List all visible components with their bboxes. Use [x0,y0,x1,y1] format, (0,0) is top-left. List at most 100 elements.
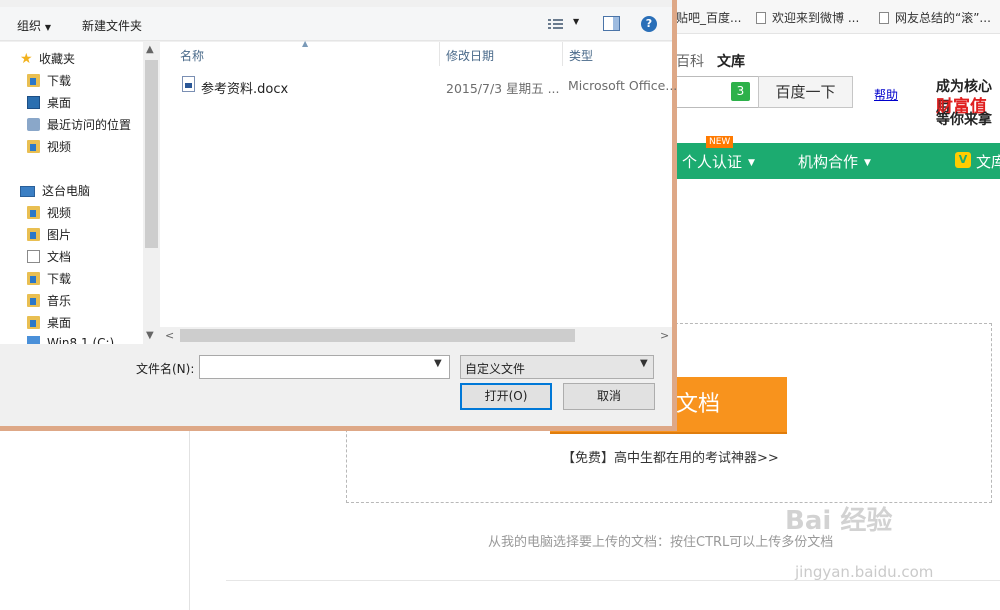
chevron-down-icon: ▼ [864,158,871,168]
preview-pane-icon[interactable] [603,16,620,31]
video-folder-icon [27,206,40,219]
nav-label: 这台电脑 [42,184,91,198]
nav-wenku-vip[interactable]: 文库 [976,151,1000,172]
download-folder-icon [27,74,40,87]
documents-folder-icon [27,250,40,263]
help-link[interactable]: 帮助 [874,86,898,103]
organize-menu[interactable]: 组织 ▼ [17,17,51,34]
nav-scrollbar-thumb[interactable] [145,60,158,248]
nav-label: 视频 [47,206,72,220]
nav-recent-places[interactable]: 最近访问的位置 [27,114,131,136]
nav-downloads[interactable]: 下载 [27,70,71,92]
open-button[interactable]: 打开(O) [460,383,552,410]
chevron-down-icon[interactable]: ▼ [434,358,442,369]
pictures-folder-icon [27,228,40,241]
filename-input[interactable] [199,355,450,379]
computer-icon [20,186,35,197]
hscrollbar-thumb[interactable] [180,329,575,342]
bookmark-gun[interactable]: 网友总结的“滚”... [879,9,991,26]
video-folder-icon [27,140,40,153]
free-promo-link[interactable]: 【免费】高中生都在用的考试神器>> [562,447,779,466]
nav-label: 桌面 [47,96,72,110]
chevron-down-icon[interactable]: ▼ [640,358,648,369]
nav-desktop[interactable]: 桌面 [27,92,71,114]
nav-label: 桌面 [47,316,72,330]
file-modified: 2015/7/3 星期五 ... [446,81,560,96]
divider [189,430,190,610]
new-badge: NEW [706,136,734,148]
nav-videos-fav[interactable]: 视频 [27,136,71,158]
star-icon: ★ [20,51,33,67]
upload-hint: 从我的电脑选择要上传的文档：按住CTRL可以上传多份文档 [488,535,834,550]
nav-desktop-pc[interactable]: 桌面 [27,312,71,334]
nav-favorites[interactable]: ★ 收藏夹 [20,48,75,70]
music-folder-icon [27,294,40,307]
filetype-value: 自定义文件 [465,362,526,376]
sort-ascending-icon: ▲ [302,39,309,48]
filename-label: 文件名(N): [136,362,195,376]
view-options-dropdown[interactable]: ▼ [573,17,579,26]
nav-music[interactable]: 音乐 [27,290,71,312]
nav-label: 机构合作 [798,153,859,171]
bookmark-label: 贴吧_百度... [676,11,742,25]
nav-drive-c[interactable]: Win8.1 (C:) [27,334,114,344]
nav-videos[interactable]: 视频 [27,202,71,224]
nav-label: Win8.1 (C:) [47,336,115,344]
bookmark-weibo[interactable]: 欢迎来到微博 ... [756,9,859,26]
bookmark-tieba[interactable]: 贴吧_百度... [676,9,741,26]
column-modified[interactable]: 修改日期 [446,47,494,64]
nav-label: 个人认证 [682,153,743,171]
column-type[interactable]: 类型 [569,47,593,64]
nav-baike[interactable]: 百科 [676,51,704,71]
new-folder-button[interactable]: 新建文件夹 [82,17,142,34]
desktop-icon [27,96,40,109]
nav-documents[interactable]: 文档 [27,246,71,268]
word-document-icon [182,76,195,92]
cancel-button[interactable]: 取消 [563,383,655,410]
chevron-down-icon: ▼ [748,158,755,168]
recent-places-icon [27,118,40,131]
column-divider[interactable] [562,42,563,66]
nav-org-coop[interactable]: 机构合作 ▼ [798,151,871,172]
column-name[interactable]: 名称 [180,47,204,64]
nav-label: 收藏夹 [39,52,76,66]
nav-label: 音乐 [47,294,72,308]
nav-wenku[interactable]: 文库 [717,51,745,71]
page-icon [756,12,766,24]
desktop-folder-icon [27,316,40,329]
screen: 贴吧_百度... 欢迎来到微博 ... 网友总结的“滚”... 百科 文库 3 … [0,0,1000,610]
column-divider[interactable] [439,42,440,66]
nav-label: 视频 [47,140,72,154]
watermark-logo: Bai 经验 [785,506,893,536]
search-count-badge: 3 [731,82,750,101]
help-icon[interactable]: ? [641,16,657,32]
vip-icon: V [955,152,971,168]
search-button[interactable]: 百度一下 [758,76,853,108]
bookmark-label: 网友总结的“滚”... [895,11,991,25]
nav-personal-cert[interactable]: 个人认证 ▼ [682,151,755,172]
scroll-down-icon[interactable]: ▼ [146,330,154,341]
chevron-down-icon: ▼ [44,23,51,32]
watermark-url: jingyan.baidu.com [795,563,934,581]
scroll-right-icon[interactable]: > [660,329,669,342]
nav-label: 下载 [47,272,72,286]
page-icon [879,12,889,24]
nav-label: 图片 [47,228,72,242]
organize-label: 组织 [17,19,42,33]
nav-label: 最近访问的位置 [47,118,132,132]
scroll-left-icon[interactable]: < [165,329,174,342]
file-name[interactable]: 参考资料.docx [201,78,288,97]
nav-pictures[interactable]: 图片 [27,224,71,246]
bookmark-label: 欢迎来到微博 ... [772,11,860,25]
nav-label: 下载 [47,74,72,88]
nav-label: 文档 [47,250,72,264]
promo-line3: 等你来拿 [936,112,992,128]
nav-this-pc[interactable]: 这台电脑 [20,180,90,202]
view-list-icon[interactable] [548,18,564,30]
nav-downloads-pc[interactable]: 下载 [27,268,71,290]
scroll-up-icon[interactable]: ▲ [146,44,154,55]
file-type: Microsoft Office... [568,78,678,93]
upload-button-label: 文档 [676,392,721,417]
download-folder-icon [27,272,40,285]
windows-drive-icon [27,336,40,344]
